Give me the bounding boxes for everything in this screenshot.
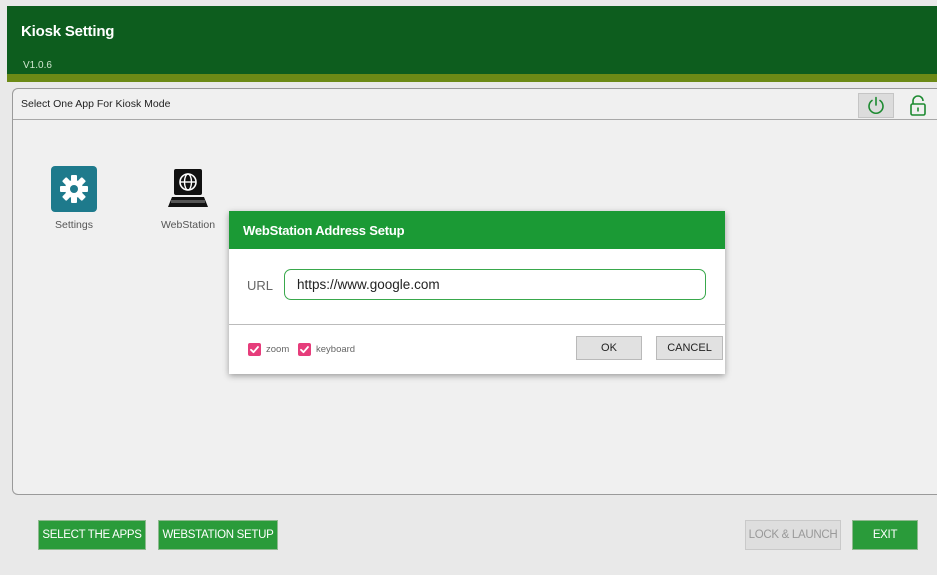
app-title: Kiosk Setting (21, 23, 115, 40)
header-stripe (7, 74, 937, 82)
panel-toolbar: Select One App For Kiosk Mode (13, 89, 937, 120)
exit-button[interactable]: EXIT (852, 520, 918, 550)
app-webstation-label: WebStation (160, 219, 216, 231)
cancel-button[interactable]: CANCEL (656, 336, 723, 360)
select-apps-button[interactable]: SELECT THE APPS (38, 520, 146, 550)
app-settings[interactable]: Settings (41, 165, 107, 231)
app-version: V1.0.6 (23, 60, 52, 71)
zoom-label: zoom (266, 344, 290, 355)
ok-button[interactable]: OK (576, 336, 642, 360)
lock-launch-button[interactable]: LOCK & LAUNCH (745, 520, 841, 550)
gear-icon (50, 165, 98, 213)
unlock-button[interactable] (903, 93, 933, 118)
app-settings-label: Settings (55, 219, 93, 231)
unlock-icon (910, 94, 926, 116)
keyboard-label: keyboard (316, 344, 356, 355)
panel-label: Select One App For Kiosk Mode (21, 98, 171, 110)
checkmark-icon (300, 346, 309, 354)
keyboard-checkbox[interactable] (298, 343, 311, 356)
checkmark-icon (250, 346, 259, 354)
webstation-setup-button[interactable]: WEBSTATION SETUP (158, 520, 278, 550)
power-button[interactable] (858, 93, 894, 118)
url-input[interactable] (284, 269, 706, 300)
dialog-title: WebStation Address Setup (229, 211, 725, 249)
url-label: URL (247, 278, 274, 293)
dialog-divider (229, 324, 725, 325)
app-webstation[interactable]: WebStation (155, 165, 221, 231)
globe-monitor-icon (164, 165, 212, 213)
zoom-checkbox[interactable] (248, 343, 261, 356)
app-header: Kiosk Setting V1.0.6 (7, 6, 937, 74)
power-icon (868, 96, 884, 114)
webstation-address-dialog: WebStation Address Setup URL zoom keyboa… (229, 211, 725, 374)
